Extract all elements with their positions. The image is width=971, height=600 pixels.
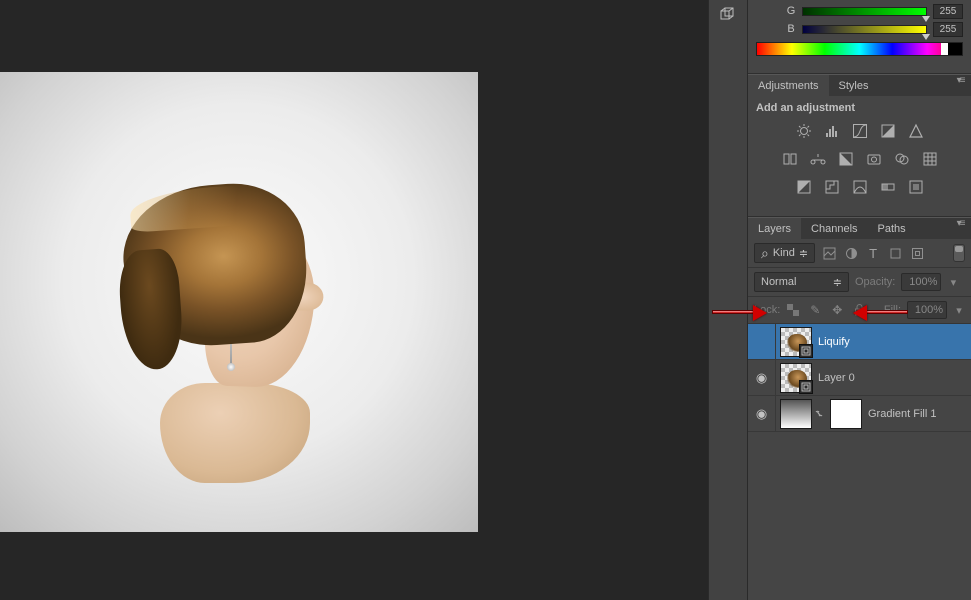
layer-row-liquify[interactable]: Liquify [748, 324, 971, 360]
photo-filter-icon[interactable] [865, 150, 883, 168]
tab-adjustments[interactable]: Adjustments [748, 75, 829, 96]
lock-label: Lock: [754, 304, 780, 316]
vibrance-icon[interactable] [907, 122, 925, 140]
hue-sat-icon[interactable] [781, 150, 799, 168]
color-panel: G 255 B 255 [748, 0, 971, 74]
color-balance-icon[interactable] [809, 150, 827, 168]
color-spectrum-bar[interactable] [756, 42, 963, 56]
collapsed-panel-strip[interactable] [708, 0, 748, 600]
eye-icon: ◉ [756, 370, 767, 386]
tab-channels[interactable]: Channels [801, 218, 867, 239]
adjustments-title: Add an adjustment [756, 102, 963, 114]
filter-type-icon[interactable]: T [865, 245, 881, 261]
b-label: B [786, 23, 796, 35]
fill-field[interactable]: 100% [907, 301, 947, 319]
fill-dropdown-icon[interactable]: ▾ [953, 301, 965, 319]
invert-icon[interactable] [795, 178, 813, 196]
g-slider[interactable] [802, 7, 927, 16]
blend-mode-select[interactable]: Normal ≑ [754, 272, 849, 292]
visibility-toggle[interactable]: ◉ [748, 360, 776, 395]
search-icon: ⌕ [761, 245, 769, 262]
filter-smart-icon[interactable] [909, 245, 925, 261]
layer-row-gradient[interactable]: ◉ Gradient Fill 1 [748, 396, 971, 432]
posterize-icon[interactable] [823, 178, 841, 196]
brightness-contrast-icon[interactable] [795, 122, 813, 140]
visibility-toggle[interactable] [748, 324, 776, 359]
eye-icon: ◉ [756, 406, 767, 422]
opacity-label: Opacity: [855, 276, 895, 288]
lock-position-icon[interactable]: ✥ [830, 303, 844, 317]
lock-transparency-icon[interactable] [786, 303, 800, 317]
b-value-field[interactable]: 255 [933, 22, 963, 37]
selective-color-icon[interactable] [907, 178, 925, 196]
layers-flyout-icon[interactable]: ▾≡ [953, 218, 967, 228]
layer-thumbnail[interactable] [780, 399, 812, 429]
layer-list: Liquify ◉ Layer 0 ◉ Gradient Fill 1 [748, 324, 971, 432]
filter-adjustment-icon[interactable] [843, 245, 859, 261]
layers-tabbar: Layers Channels Paths ▾≡ [748, 217, 971, 239]
threshold-icon[interactable] [851, 178, 869, 196]
gradient-map-icon[interactable] [879, 178, 897, 196]
exposure-icon[interactable] [879, 122, 897, 140]
lock-all-icon[interactable] [852, 303, 866, 317]
blend-mode-label: Normal [761, 276, 796, 288]
layers-panel: Layers Channels Paths ▾≡ ⌕ Kind ≑ T Norm… [748, 217, 971, 432]
layer-lock-row: Lock: ✎ ✥ Fill: 100% ▾ [748, 297, 971, 324]
layer-name[interactable]: Layer 0 [818, 372, 855, 384]
panel-flyout-icon[interactable]: ▾≡ [953, 75, 967, 85]
portrait-image [118, 185, 328, 465]
levels-icon[interactable] [823, 122, 841, 140]
filter-pixel-icon[interactable] [821, 245, 837, 261]
right-panel-stack: G 255 B 255 Adjustments Styles ▾≡ Add an… [748, 0, 971, 600]
filter-type-icons: T [821, 245, 925, 261]
curves-icon[interactable] [851, 122, 869, 140]
opacity-field[interactable]: 100% [901, 273, 941, 291]
adjustments-panel: Adjustments Styles ▾≡ Add an adjustment [748, 74, 971, 217]
filter-kind-label: Kind [773, 247, 795, 259]
chevron-down-icon: ≑ [799, 247, 808, 260]
b-slider[interactable] [802, 25, 927, 34]
channel-mixer-icon[interactable] [893, 150, 911, 168]
black-white-icon[interactable] [837, 150, 855, 168]
layer-thumbnail[interactable] [780, 327, 812, 357]
g-label: G [786, 5, 796, 17]
smart-object-badge-icon [799, 380, 813, 394]
fill-label: Fill: [884, 304, 901, 316]
layer-thumbnail[interactable] [780, 363, 812, 393]
layer-name[interactable]: Gradient Fill 1 [868, 408, 936, 420]
chevron-down-icon: ≑ [833, 276, 842, 289]
layer-mask-thumbnail[interactable] [830, 399, 862, 429]
mask-link-icon[interactable] [812, 409, 826, 419]
lock-pixels-icon[interactable]: ✎ [808, 303, 822, 317]
filter-shape-icon[interactable] [887, 245, 903, 261]
adjustments-tabbar: Adjustments Styles ▾≡ [748, 74, 971, 96]
tab-layers[interactable]: Layers [748, 218, 801, 239]
workspace [0, 0, 708, 600]
visibility-toggle[interactable]: ◉ [748, 396, 776, 431]
filter-toggle-switch[interactable] [953, 244, 965, 262]
canvas[interactable] [0, 72, 478, 532]
layer-row-layer0[interactable]: ◉ Layer 0 [748, 360, 971, 396]
opacity-dropdown-icon[interactable]: ▾ [947, 273, 959, 291]
panel-icon-3d[interactable] [715, 4, 741, 26]
layer-filter-bar: ⌕ Kind ≑ T [748, 239, 971, 268]
tab-styles[interactable]: Styles [829, 75, 879, 96]
tab-paths[interactable]: Paths [868, 218, 916, 239]
g-value-field[interactable]: 255 [933, 4, 963, 19]
layer-blend-row: Normal ≑ Opacity: 100% ▾ [748, 268, 971, 297]
smart-object-badge-icon [799, 344, 813, 358]
filter-kind-select[interactable]: ⌕ Kind ≑ [754, 243, 815, 263]
color-lookup-icon[interactable] [921, 150, 939, 168]
layer-name[interactable]: Liquify [818, 336, 850, 348]
